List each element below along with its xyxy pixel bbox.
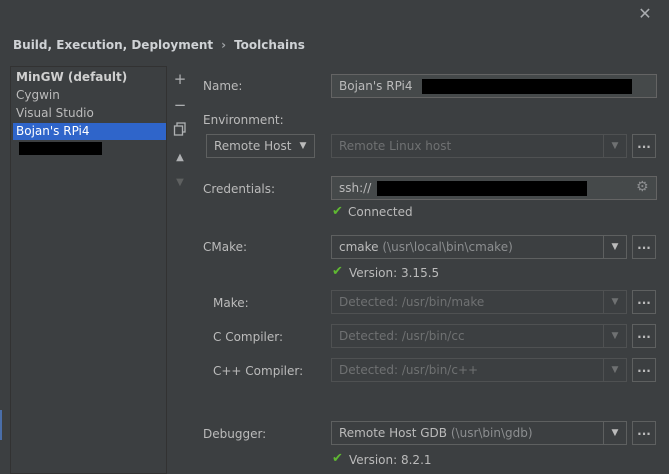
remote-host-placeholder: Remote Linux host [339, 139, 452, 153]
chevron-down-icon: ▼ [603, 236, 626, 258]
credentials-input[interactable]: ssh:// [331, 176, 657, 200]
debugger-label: Debugger: [203, 427, 267, 441]
make-label: Make: [213, 296, 249, 310]
chevron-down-icon: ▼ [299, 141, 307, 151]
make-value: Detected: /usr/bin/make [339, 295, 485, 309]
environment-type-select[interactable]: Remote Host ▼ [206, 134, 315, 158]
name-label: Name: [203, 79, 243, 93]
toolchain-item-visual-studio[interactable]: Visual Studio [16, 105, 94, 122]
debugger-value: Remote Host GDB [339, 426, 448, 440]
chevron-down-icon: ▼ [603, 359, 626, 381]
close-icon[interactable]: ✕ [636, 5, 654, 23]
c-compiler-value: Detected: /usr/bin/cc [339, 329, 465, 343]
move-up-button[interactable]: ▲ [172, 150, 188, 166]
name-value: Bojan's RPi4 [339, 79, 413, 93]
breadcrumb-separator-icon: › [221, 38, 227, 52]
remove-toolchain-button[interactable]: − [172, 97, 188, 113]
debugger-select[interactable]: Remote Host GDB (\usr\bin\gdb) ▼ [331, 421, 627, 445]
c-compiler-label: C Compiler: [213, 330, 284, 344]
environment-more-button[interactable]: ... [632, 134, 656, 158]
c-compiler-select[interactable]: Detected: /usr/bin/cc ▼ [331, 324, 627, 348]
cpp-compiler-more-button[interactable]: ... [632, 358, 656, 382]
environment-type-value: Remote Host [214, 139, 292, 153]
toolchain-list: MinGW (default) Cygwin Visual Studio Boj… [10, 66, 167, 474]
chevron-down-icon: ▼ [603, 135, 626, 157]
cpp-compiler-value: Detected: /usr/bin/c++ [339, 363, 479, 377]
breadcrumb-current: Toolchains [234, 38, 305, 52]
cmake-more-button[interactable]: ... [632, 235, 656, 259]
gear-icon[interactable]: ⚙ [636, 179, 649, 195]
cpp-compiler-label: C++ Compiler: [213, 364, 304, 378]
cmake-value: cmake [339, 240, 379, 254]
credentials-label: Credentials: [203, 182, 276, 196]
cmake-label: CMake: [203, 240, 248, 254]
move-down-button[interactable]: ▼ [172, 175, 188, 191]
toolchain-item-label: Bojan's RPi4 [16, 124, 90, 138]
c-compiler-more-button[interactable]: ... [632, 324, 656, 348]
cmake-select[interactable]: cmake (\usr\local\bin\cmake) ▼ [331, 235, 627, 259]
window-edge-highlight [0, 410, 2, 440]
redacted-block [377, 181, 588, 196]
make-more-button[interactable]: ... [632, 290, 656, 314]
name-input[interactable]: Bojan's RPi4 [331, 74, 657, 98]
chevron-down-icon: ▼ [603, 422, 626, 444]
breadcrumb-parent: Build, Execution, Deployment [13, 38, 214, 52]
check-icon: ✔ [332, 204, 343, 219]
cpp-compiler-select[interactable]: Detected: /usr/bin/c++ ▼ [331, 358, 627, 382]
toolchain-item-mingw[interactable]: MinGW (default) [16, 69, 127, 86]
credentials-value: ssh:// [339, 181, 372, 195]
cmake-path: (\usr\local\bin\cmake) [382, 240, 513, 254]
toolchain-item-cygwin[interactable]: Cygwin [16, 87, 60, 104]
debugger-version-status: Version: 8.2.1 [349, 453, 432, 467]
chevron-down-icon: ▼ [603, 291, 626, 313]
check-icon: ✔ [332, 451, 343, 466]
add-toolchain-button[interactable]: + [172, 71, 188, 87]
redacted-block [422, 79, 633, 94]
chevron-down-icon: ▼ [603, 325, 626, 347]
environment-label: Environment: [203, 113, 284, 127]
cmake-version-status: Version: 3.15.5 [349, 266, 440, 280]
make-select[interactable]: Detected: /usr/bin/make ▼ [331, 290, 627, 314]
copy-icon [173, 122, 186, 136]
breadcrumb: Build, Execution, Deployment › Toolchains [13, 38, 305, 52]
remote-host-select[interactable]: Remote Linux host ▼ [331, 134, 627, 158]
copy-toolchain-button[interactable] [172, 122, 188, 138]
redacted-block [19, 142, 102, 155]
debugger-more-button[interactable]: ... [632, 421, 656, 445]
toolchain-item-bojans-rpi4[interactable]: Bojan's RPi4 [13, 123, 166, 155]
debugger-path: (\usr\bin\gdb) [450, 426, 533, 440]
check-icon: ✔ [332, 264, 343, 279]
connection-status: Connected [348, 205, 413, 219]
